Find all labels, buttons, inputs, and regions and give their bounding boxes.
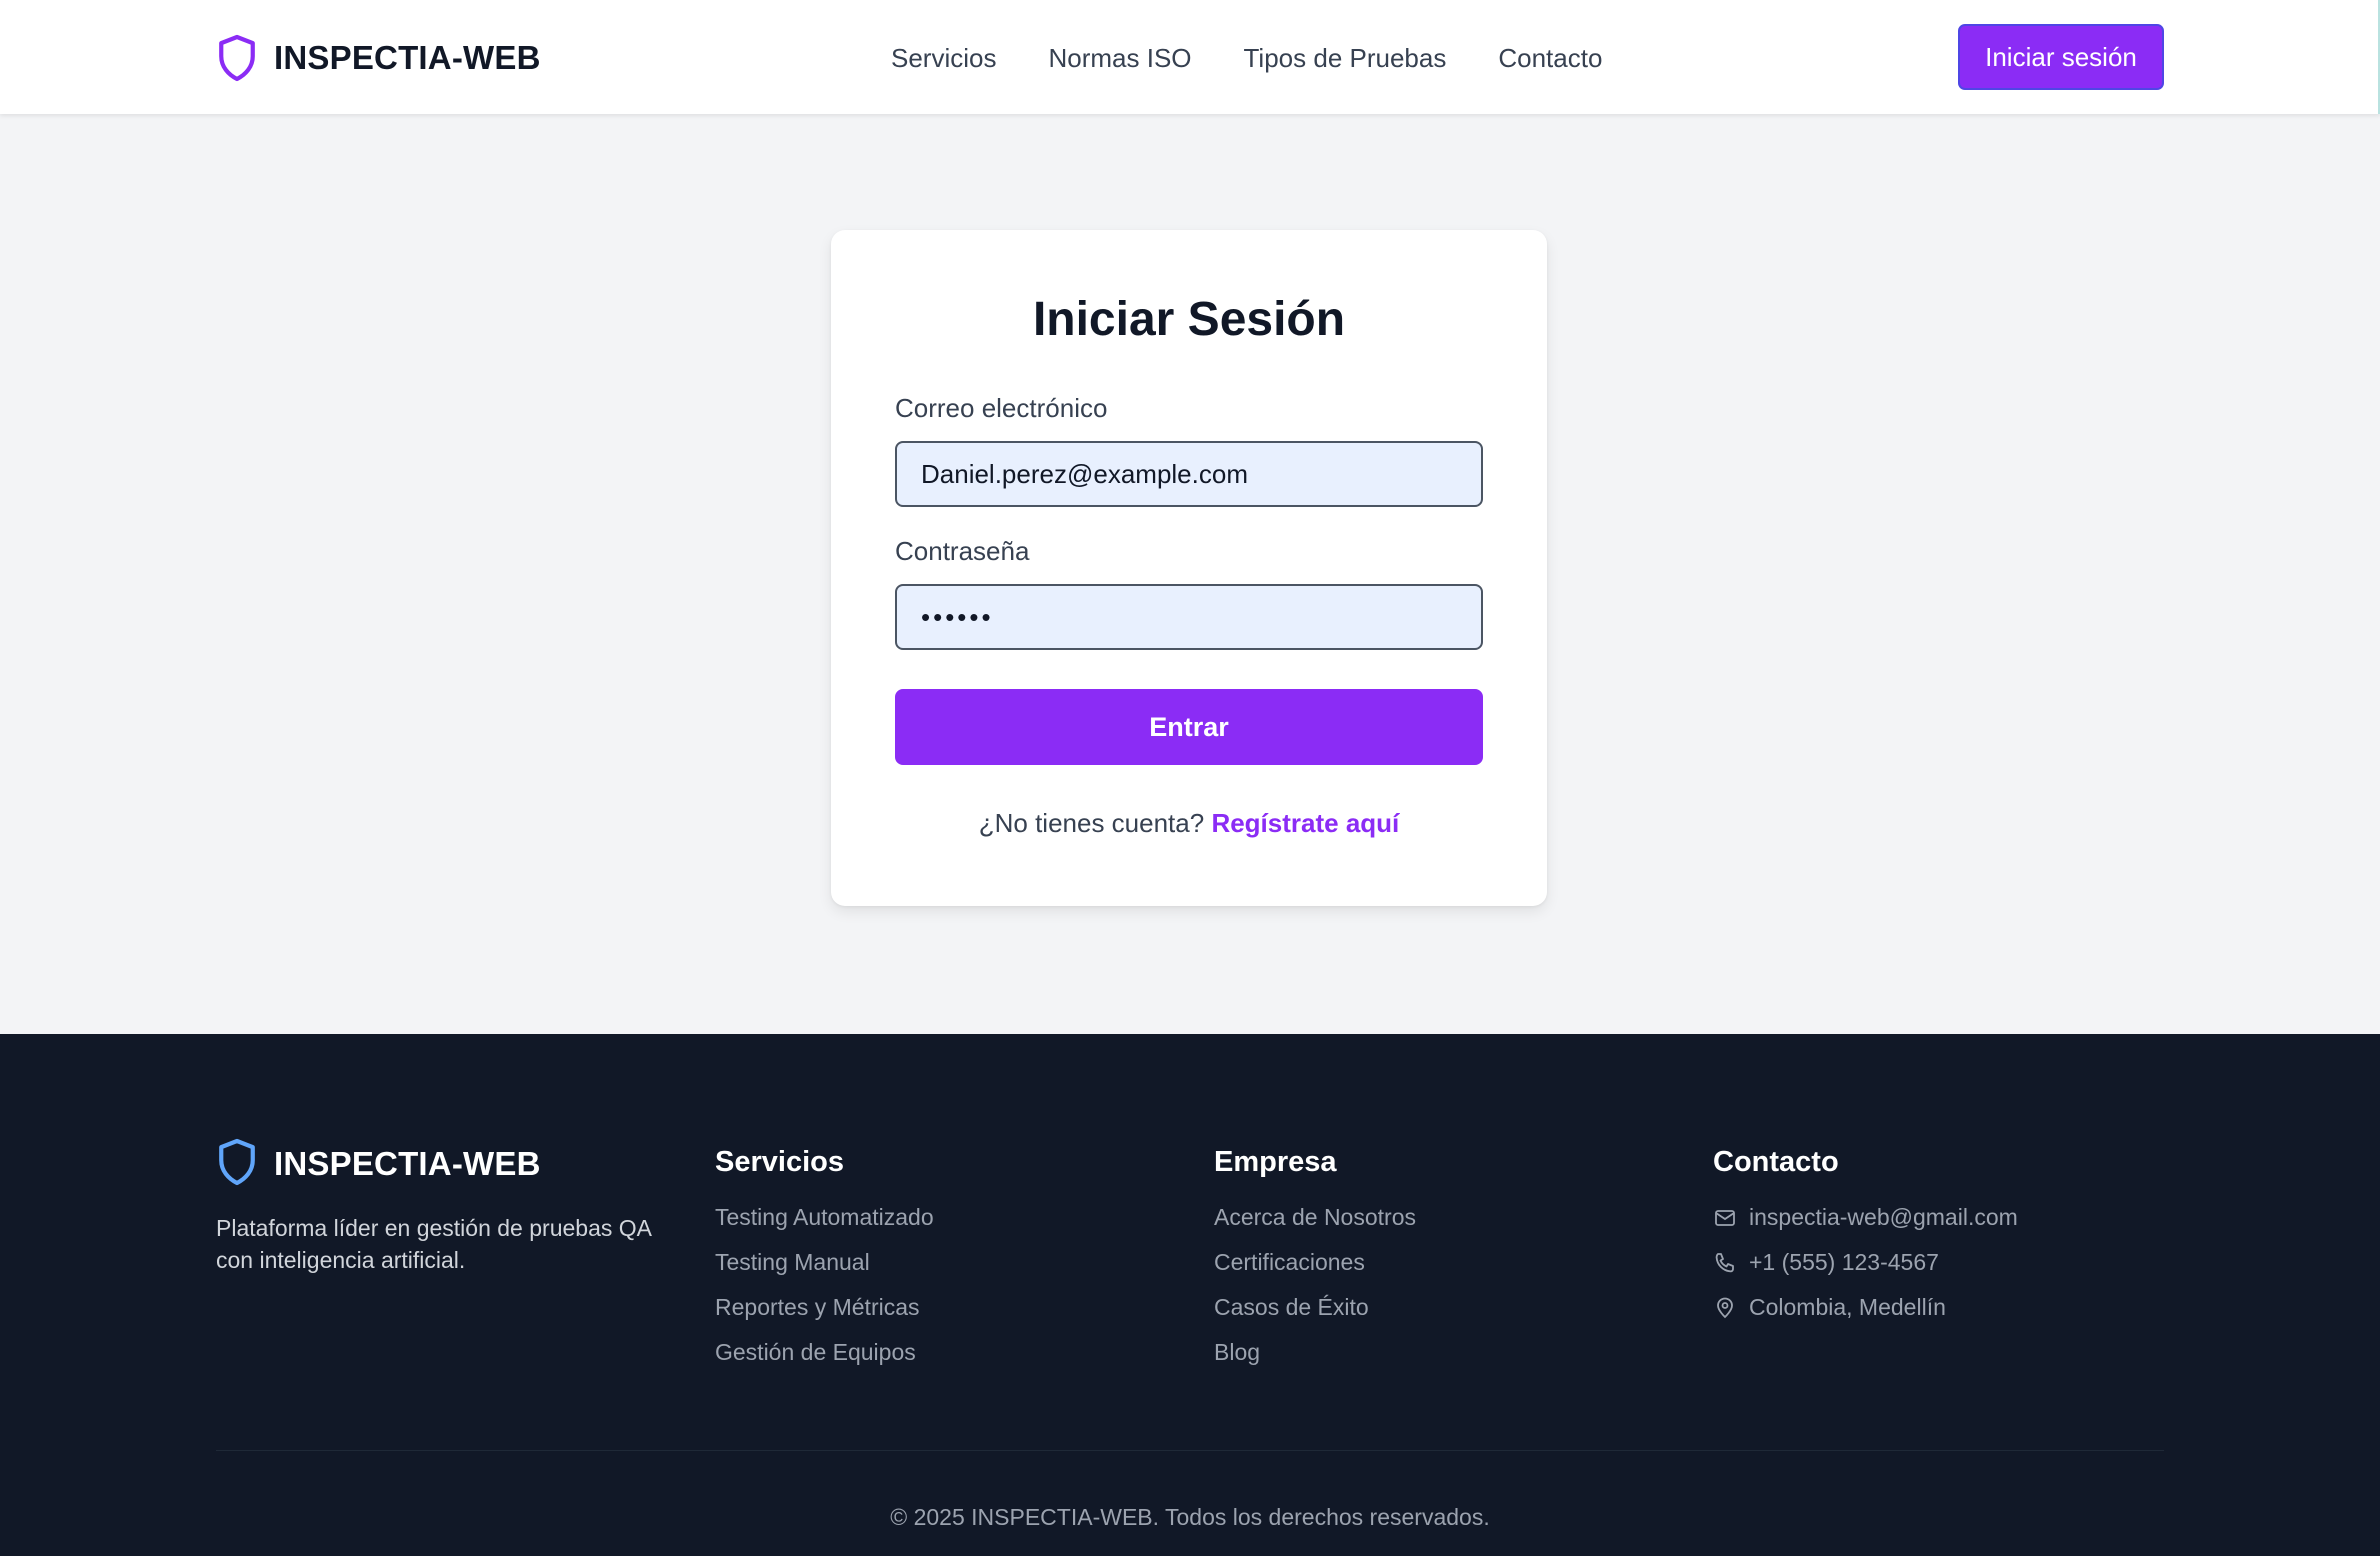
contact-phone-text: +1 (555) 123-4567 xyxy=(1749,1249,1939,1275)
nav-link-contacto[interactable]: Contacto xyxy=(1498,43,1602,74)
map-pin-icon xyxy=(1713,1294,1737,1326)
footer-contact-title: Contacto xyxy=(1713,1146,1839,1178)
site-footer: INSPECTIA-WEB Plataforma líder en gestió… xyxy=(0,1034,2380,1556)
brand-name: INSPECTIA-WEB xyxy=(274,39,541,76)
footer-services-title: Servicios xyxy=(715,1146,844,1178)
footer-link-acerca[interactable]: Acerca de Nosotros xyxy=(1214,1204,1416,1230)
footer-divider xyxy=(216,1450,2164,1451)
brand-logo[interactable]: INSPECTIA-WEB xyxy=(216,30,541,86)
footer-services-column: Servicios Testing Automatizado Testing M… xyxy=(715,1142,934,1384)
password-label: Contraseña xyxy=(895,536,1030,566)
footer-link-testing-manual[interactable]: Testing Manual xyxy=(715,1249,870,1275)
contact-location: Colombia, Medellín xyxy=(1713,1294,2018,1339)
footer-contact-column: Contacto inspectia-web@gmail.com +1 (555… xyxy=(1713,1142,2018,1339)
password-field[interactable] xyxy=(895,584,1483,650)
header-login-button[interactable]: Iniciar sesión xyxy=(1958,24,2164,90)
footer-link-testing-automatizado[interactable]: Testing Automatizado xyxy=(715,1204,934,1230)
nav-link-normas-iso[interactable]: Normas ISO xyxy=(1048,43,1191,74)
register-prompt-text: ¿No tienes cuenta? xyxy=(978,808,1205,838)
footer-description: Plataforma líder en gestión de pruebas Q… xyxy=(216,1215,651,1273)
register-link[interactable]: Regístrate aquí xyxy=(1211,808,1399,838)
contact-email-text: inspectia-web@gmail.com xyxy=(1749,1204,2018,1230)
contact-location-text: Colombia, Medellín xyxy=(1749,1294,1946,1320)
register-prompt: ¿No tienes cuenta? Regístrate aquí xyxy=(831,808,1547,839)
top-navbar: INSPECTIA-WEB Servicios Normas ISO Tipos… xyxy=(0,0,2380,114)
footer-link-reportes-metricas[interactable]: Reportes y Métricas xyxy=(715,1294,920,1320)
email-field[interactable] xyxy=(895,441,1483,507)
nav-link-tipos-de-pruebas[interactable]: Tipos de Pruebas xyxy=(1244,43,1447,74)
footer-link-gestion-equipos[interactable]: Gestión de Equipos xyxy=(715,1339,916,1365)
phone-icon xyxy=(1713,1249,1737,1281)
footer-link-blog[interactable]: Blog xyxy=(1214,1339,1260,1365)
login-title: Iniciar Sesión xyxy=(1032,293,1346,346)
footer-brand[interactable]: INSPECTIA-WEB xyxy=(216,1136,541,1192)
submit-login-button[interactable]: Entrar xyxy=(895,689,1483,765)
email-label: Correo electrónico xyxy=(895,393,1108,423)
contact-phone[interactable]: +1 (555) 123-4567 xyxy=(1713,1249,2018,1294)
main-nav: Servicios Normas ISO Tipos de Pruebas Co… xyxy=(891,36,1602,80)
footer-link-certificaciones[interactable]: Certificaciones xyxy=(1214,1249,1365,1275)
shield-icon xyxy=(216,33,258,83)
nav-link-servicios[interactable]: Servicios xyxy=(891,43,996,74)
copyright-text: © 2025 INSPECTIA-WEB. Todos los derechos… xyxy=(890,1504,1490,1530)
footer-company-title: Empresa xyxy=(1214,1146,1337,1178)
contact-email[interactable]: inspectia-web@gmail.com xyxy=(1713,1204,2018,1249)
login-card: Iniciar Sesión Correo electrónico Contra… xyxy=(831,230,1547,906)
footer-brand-name: INSPECTIA-WEB xyxy=(274,1145,541,1182)
footer-link-casos-exito[interactable]: Casos de Éxito xyxy=(1214,1294,1369,1320)
shield-icon xyxy=(216,1137,258,1192)
mail-icon xyxy=(1713,1204,1737,1236)
footer-company-column: Empresa Acerca de Nosotros Certificacion… xyxy=(1214,1142,1416,1384)
